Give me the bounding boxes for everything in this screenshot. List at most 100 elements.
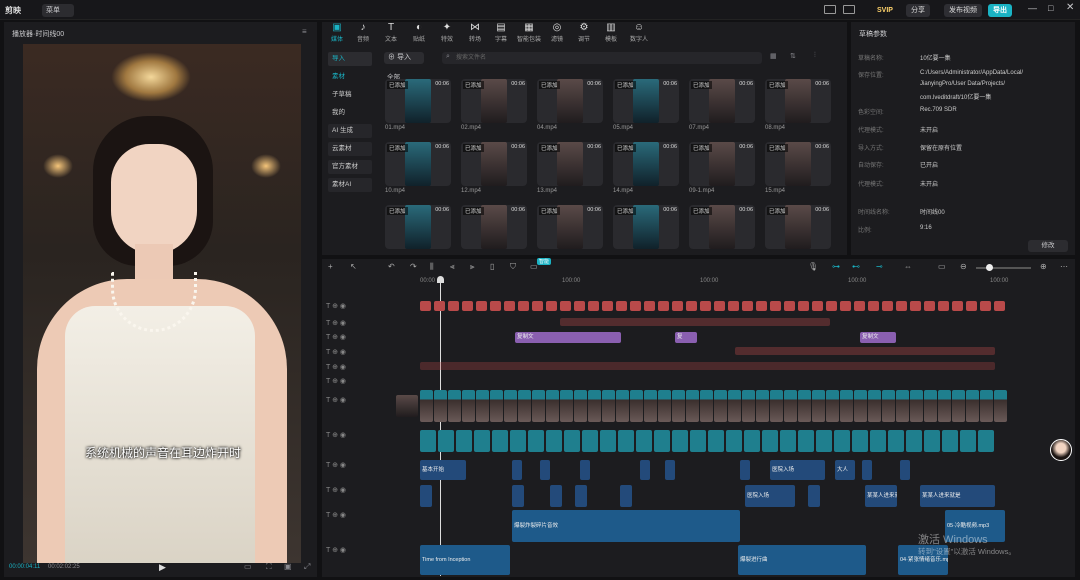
minimize-icon[interactable]: — xyxy=(1028,3,1037,13)
tool-effects[interactable]: ✦ 特效 xyxy=(434,22,460,43)
zoom-in-icon[interactable]: ⊕ xyxy=(1040,262,1047,271)
delete-icon[interactable]: ▯ xyxy=(490,262,494,271)
svip-badge[interactable]: SVIP xyxy=(872,4,898,17)
audio-clip[interactable] xyxy=(744,430,760,452)
video-clip[interactable] xyxy=(434,390,447,422)
split-icon[interactable]: ⫼ xyxy=(430,262,434,272)
video-clip[interactable] xyxy=(980,390,993,422)
video-clip[interactable] xyxy=(476,390,489,422)
search-input[interactable]: 搜索文件名 xyxy=(442,52,762,64)
track-controls[interactable]: T ⊕ ◉ xyxy=(326,546,346,554)
audio-clip[interactable] xyxy=(708,430,724,452)
blue-clip[interactable] xyxy=(808,485,820,507)
audio-clip[interactable] xyxy=(816,430,832,452)
video-clip[interactable] xyxy=(966,390,979,422)
text-clip-row[interactable] xyxy=(420,362,995,370)
audio-clip[interactable] xyxy=(420,430,436,452)
video-clip[interactable] xyxy=(672,390,685,422)
text-clip[interactable] xyxy=(574,301,585,311)
audio-clip[interactable] xyxy=(546,430,562,452)
audio-clip[interactable] xyxy=(906,430,922,452)
video-clip[interactable] xyxy=(616,390,629,422)
blue-clip[interactable]: 大人 xyxy=(835,460,855,480)
publish-button[interactable]: 发布视频 xyxy=(944,4,982,17)
tool-filter[interactable]: ◎ 滤镜 xyxy=(544,22,570,43)
audio-clip[interactable] xyxy=(672,430,688,452)
sidebar-import[interactable]: 导入 xyxy=(328,52,372,66)
shield-icon[interactable]: ⛉ xyxy=(510,262,516,272)
video-clip[interactable] xyxy=(574,390,587,422)
text-clip[interactable] xyxy=(882,301,893,311)
blue-clip[interactable]: 基本开始 xyxy=(420,460,466,480)
track-controls[interactable]: T ⊕ ◉ xyxy=(326,348,346,356)
music-clip[interactable]: 爆裂炸裂碎片音效 xyxy=(512,510,740,542)
video-clip[interactable] xyxy=(854,390,867,422)
filter-icon[interactable]: ⫶ xyxy=(814,52,816,60)
mic-icon[interactable]: 🎙 xyxy=(808,262,818,271)
text-clip[interactable] xyxy=(910,301,921,311)
tool-media[interactable]: ▣ 媒体 xyxy=(324,22,350,43)
play-icon[interactable]: ▶ xyxy=(159,562,166,573)
video-clip[interactable] xyxy=(602,390,615,422)
video-clip[interactable] xyxy=(462,390,475,422)
cover-thumbnail[interactable] xyxy=(396,395,418,417)
media-card[interactable]: 已添加 00:06 xyxy=(765,205,831,249)
maximize-icon[interactable]: □ xyxy=(1048,3,1053,13)
track-controls[interactable]: T ⊕ ◉ xyxy=(326,486,346,494)
video-clip[interactable] xyxy=(728,390,741,422)
text-clip[interactable] xyxy=(560,301,571,311)
video-clip[interactable] xyxy=(938,390,951,422)
audio-clip[interactable] xyxy=(924,430,940,452)
audio-clip[interactable] xyxy=(456,430,472,452)
media-card[interactable]: 已添加 00:06 xyxy=(613,142,679,186)
text-clip[interactable] xyxy=(504,301,515,311)
text-clip[interactable] xyxy=(630,301,641,311)
timeline-more-icon[interactable]: ⋯ xyxy=(1060,262,1068,271)
blue-clip[interactable]: 某某人进来就是 xyxy=(920,485,995,507)
audio-clip[interactable] xyxy=(636,430,652,452)
sidebar-subdraft[interactable]: 子草稿 xyxy=(328,88,372,102)
split-left-icon[interactable]: ⫷ xyxy=(450,262,455,272)
text-clip[interactable] xyxy=(826,301,837,311)
text-clip[interactable] xyxy=(784,301,795,311)
media-card[interactable]: 已添加 00:06 xyxy=(765,142,831,186)
crop-icon[interactable]: ⛶ xyxy=(266,562,272,572)
assistant-avatar[interactable] xyxy=(1050,439,1072,461)
text-clip[interactable] xyxy=(490,301,501,311)
video-clip[interactable] xyxy=(532,390,545,422)
audio-clip[interactable] xyxy=(492,430,508,452)
media-card[interactable]: 已添加 00:06 xyxy=(461,142,527,186)
tool-transition[interactable]: ⋈ 转场 xyxy=(462,22,488,43)
text-clip[interactable] xyxy=(616,301,627,311)
audio-clip[interactable] xyxy=(690,430,706,452)
video-clip[interactable] xyxy=(868,390,881,422)
text-clip[interactable] xyxy=(938,301,949,311)
layout-icon[interactable] xyxy=(824,5,836,14)
track-controls[interactable]: T ⊕ ◉ xyxy=(326,333,346,341)
text-clip[interactable] xyxy=(420,301,431,311)
magnet-icon[interactable]: ⊷ xyxy=(852,262,860,271)
media-card[interactable]: 已添加 00:06 xyxy=(689,142,755,186)
video-clip[interactable] xyxy=(798,390,811,422)
video-clip[interactable] xyxy=(882,390,895,422)
fullscreen-icon[interactable]: ⤢ xyxy=(304,562,310,572)
text-clip[interactable] xyxy=(924,301,935,311)
text-clip[interactable] xyxy=(518,301,529,311)
audio-clip[interactable] xyxy=(870,430,886,452)
video-clip[interactable] xyxy=(700,390,713,422)
sidebar-ai-generate[interactable]: AI 生成 xyxy=(328,124,372,138)
video-clip[interactable] xyxy=(518,390,531,422)
tool-text[interactable]: T 文本 xyxy=(378,22,404,43)
blue-clip[interactable] xyxy=(512,460,522,480)
blue-clip[interactable] xyxy=(900,460,910,480)
audio-clip[interactable] xyxy=(474,430,490,452)
blue-clip[interactable] xyxy=(550,485,562,507)
player-menu-icon[interactable]: ≡ xyxy=(302,27,307,36)
audio-clip[interactable] xyxy=(618,430,634,452)
edit-button[interactable]: 修改 xyxy=(1028,240,1068,252)
audio-clip[interactable] xyxy=(600,430,616,452)
blue-clip[interactable] xyxy=(640,460,650,480)
playhead[interactable] xyxy=(440,278,441,576)
audio-clip[interactable] xyxy=(852,430,868,452)
video-clip[interactable] xyxy=(420,390,433,422)
